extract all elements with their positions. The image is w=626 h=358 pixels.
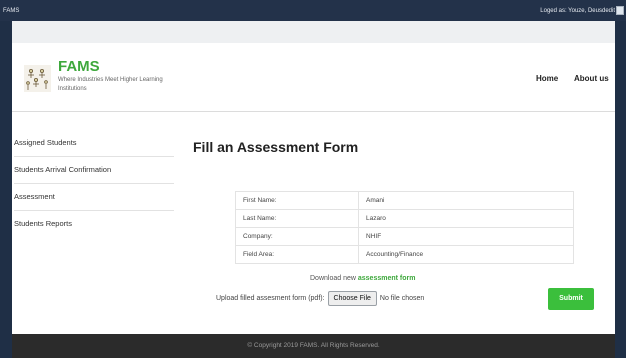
row-key: Last Name: [235,209,359,228]
submit-button[interactable]: Submit [548,288,594,310]
sidebar-item-label: Assessment [14,192,55,201]
row-value: Amani [358,191,574,210]
content-area: Assigned Students Students Arrival Confi… [12,112,615,334]
divider [14,210,174,211]
sidebar-item-assigned-students[interactable]: Assigned Students [12,136,174,163]
topbar-brand: FAMS [3,8,20,14]
row-value: NHIF [358,227,574,246]
student-info-table: First Name: Amani Last Name: Lazaro Comp… [235,191,574,264]
footer: © Copyright 2019 FAMS. All Rights Reserv… [12,334,615,358]
sidebar-item-label: Assigned Students [14,138,77,147]
fams-logo-icon [24,65,51,92]
row-value: Accounting/Finance [358,245,574,264]
site-header: FAMS Where Industries Meet Higher Learni… [12,43,615,112]
sidebar-item-assessment[interactable]: Assessment [12,190,174,217]
table-row: Field Area: Accounting/Finance [235,245,574,264]
upload-row: Upload filled assesment form (pdf): Choo… [216,291,424,306]
sidebar: Assigned Students Students Arrival Confi… [12,136,174,244]
download-prefix: Download new [310,275,356,282]
logged-user-text: Loged as: Youze, Deusdedit [540,8,615,14]
sidebar-item-arrival-confirmation[interactable]: Students Arrival Confirmation [12,163,174,190]
user-menu-icon[interactable] [616,6,624,15]
file-status: No file chosen [379,295,425,302]
nav-about-link[interactable]: About us [574,74,609,83]
table-row: Company: NHIF [235,227,574,246]
logo-title[interactable]: FAMS [58,58,100,75]
divider [14,156,174,157]
logo-subtitle: Where Industries Meet Higher Learning In… [58,77,163,92]
nav-home-link[interactable]: Home [536,74,558,83]
row-value: Lazaro [358,209,574,228]
top-bar: FAMS Loged as: Youze, Deusdedit [0,0,626,21]
header-spacer [12,21,615,43]
row-key: Field Area: [235,245,359,264]
row-key: Company: [235,227,359,246]
row-key: First Name: [235,191,359,210]
sidebar-item-students-reports[interactable]: Students Reports [12,217,174,244]
divider [14,183,174,184]
sidebar-item-label: Students Arrival Confirmation [14,165,112,174]
sidebar-item-label: Students Reports [14,219,72,228]
upload-label: Upload filled assesment form (pdf): [216,295,325,302]
assessment-form-link[interactable]: assessment form [358,275,416,282]
page-title: Fill an Assessment Form [193,139,359,155]
table-row: Last Name: Lazaro [235,209,574,228]
table-row: First Name: Amani [235,191,574,210]
download-line: Download new assessment form [310,275,415,282]
choose-file-button[interactable]: Choose File [327,291,377,306]
app-frame: FAMS Loged as: Youze, Deusdedit FAMS Whe… [0,0,626,358]
